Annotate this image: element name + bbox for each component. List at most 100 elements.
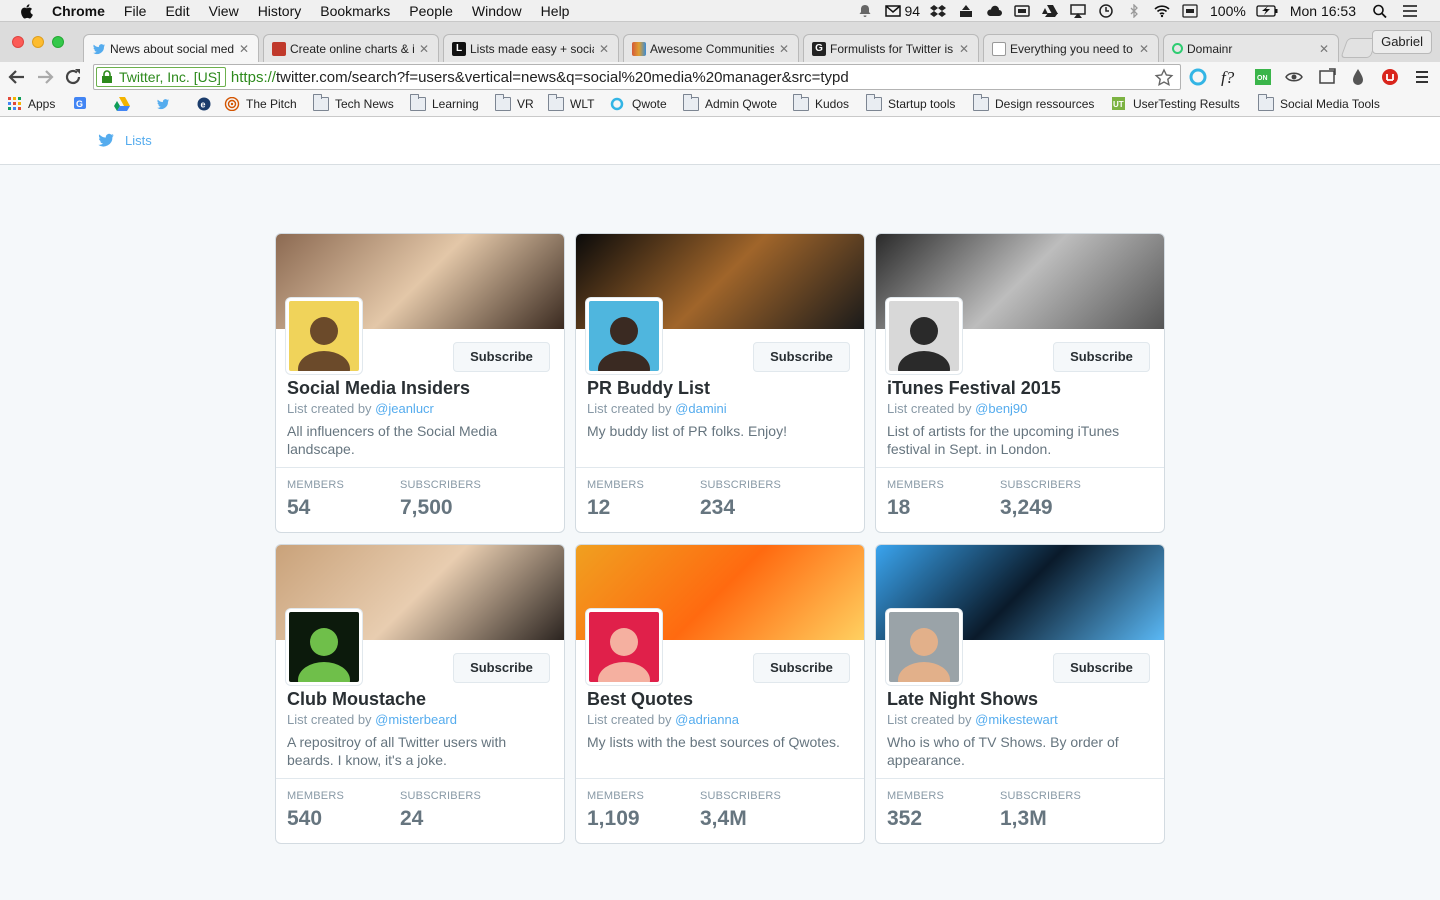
subscribe-button[interactable]: Subscribe [753,342,850,372]
menu-people[interactable]: People [409,3,453,19]
bluetooth-icon[interactable] [1126,4,1142,18]
ev-certificate-badge[interactable]: Twitter, Inc. [US] [96,67,226,87]
airplay-icon[interactable] [1070,4,1086,18]
back-arrow-icon[interactable] [7,67,27,87]
subscribe-button[interactable]: Subscribe [753,653,850,683]
notification-bell-icon[interactable] [857,4,873,18]
menu-bookmarks[interactable]: Bookmarks [320,3,390,19]
time-machine-icon[interactable] [1098,4,1114,18]
google-drive-icon[interactable] [1042,4,1059,18]
browser-tab-3[interactable]: L Lists made easy + social ✕ [443,34,619,62]
profile-button[interactable]: Gabriel [1372,30,1432,54]
cloud-icon[interactable] [986,4,1003,18]
adblock-extension-icon[interactable] [1381,68,1399,86]
bookmark-folder-tech-news[interactable]: Tech News [313,94,394,111]
list-owner-handle[interactable]: @damini [675,401,727,416]
list-owner-handle[interactable]: @misterbeard [375,712,457,727]
subscribers-count[interactable]: 3,4M [700,807,747,831]
tab-close-icon[interactable]: ✕ [418,42,430,56]
menu-file[interactable]: File [124,3,147,19]
list-owner-avatar[interactable] [886,609,962,685]
menu-view[interactable]: View [209,3,239,19]
reload-icon[interactable] [63,67,83,87]
subscribers-count[interactable]: 1,3M [1000,807,1047,831]
chrome-menu-icon[interactable] [1413,68,1431,86]
list-name[interactable]: PR Buddy List [587,378,710,399]
bookmark-folder-wlt[interactable]: WLT [548,94,594,111]
bookmark-folder-admin-qwote[interactable]: Admin Qwote [683,94,777,111]
tab-close-icon[interactable]: ✕ [1318,42,1330,56]
mail-icon[interactable] [885,4,902,18]
list-owner-handle[interactable]: @benj90 [975,401,1027,416]
tab-close-icon[interactable]: ✕ [778,42,790,56]
subscribe-button[interactable]: Subscribe [453,342,550,372]
list-owner-avatar[interactable] [586,298,662,374]
bookmark-e-site[interactable]: e [196,97,218,111]
list-owner-avatar[interactable] [586,609,662,685]
members-count[interactable]: 54 [287,496,310,520]
notification-center-icon[interactable] [1402,4,1418,18]
list-card[interactable]: Subscribe Social Media Insiders List creat… [275,233,565,533]
lists-nav-link[interactable]: Lists [125,133,152,148]
subscribers-count[interactable]: 7,500 [400,496,453,520]
members-count[interactable]: 18 [887,496,910,520]
members-count[interactable]: 352 [887,807,922,831]
bookmark-the-pitch[interactable]: The Pitch [224,97,297,111]
bookmark-folder-vr[interactable]: VR [495,94,534,111]
subscribe-button[interactable]: Subscribe [453,653,550,683]
menu-edit[interactable]: Edit [165,3,189,19]
bookmark-translate[interactable]: G [73,97,95,111]
members-count[interactable]: 12 [587,496,610,520]
forward-arrow-icon[interactable] [35,67,55,87]
bookmark-star-icon[interactable] [1154,68,1174,88]
list-owner-handle[interactable]: @adrianna [675,712,739,727]
bookmark-twitter[interactable] [155,97,177,111]
list-owner-handle[interactable]: @mikestewart [975,712,1058,727]
battery-icon[interactable] [1256,4,1278,18]
subscribers-count[interactable]: 24 [400,807,423,831]
list-owner-avatar[interactable] [886,298,962,374]
bookmark-folder-design-ressources[interactable]: Design ressources [973,94,1094,111]
menu-window[interactable]: Window [472,3,522,19]
bookmark-folder-learning[interactable]: Learning [410,94,479,111]
browser-tab-1[interactable]: News about social media ✕ [83,34,259,62]
spotlight-search-icon[interactable] [1372,4,1388,18]
apple-icon[interactable] [18,2,36,20]
menu-help[interactable]: Help [541,3,570,19]
wifi-icon[interactable] [1154,4,1170,18]
bookmark-qwote[interactable]: Qwote [610,97,667,111]
browser-tab-4[interactable]: Awesome Communities ✕ [623,34,799,62]
browser-tab-6[interactable]: Everything you need to know ✕ [983,34,1159,62]
display-icon[interactable] [1014,4,1030,18]
menubar-clock[interactable]: Mon 16:53 [1290,3,1356,19]
tab-close-icon[interactable]: ✕ [238,42,250,56]
members-count[interactable]: 1,109 [587,807,640,831]
dropbox-icon[interactable] [930,4,947,18]
bookmark-apps[interactable]: Apps [8,97,55,111]
members-count[interactable]: 540 [287,807,322,831]
window-extension-icon[interactable] [1318,68,1336,86]
on-off-extension-icon[interactable]: ON [1254,68,1272,86]
list-owner-avatar[interactable] [286,609,362,685]
tab-close-icon[interactable]: ✕ [958,42,970,56]
list-name[interactable]: iTunes Festival 2015 [887,378,1061,399]
list-card[interactable]: Subscribe Best Quotes List created by @adr… [575,544,865,844]
list-card[interactable]: Subscribe Club Moustache List created by @… [275,544,565,844]
tab-close-icon[interactable]: ✕ [598,42,610,56]
bookmark-usertesting-results[interactable]: UT UserTesting Results [1111,97,1240,111]
zoom-window-button[interactable] [52,36,64,48]
browser-tab-5[interactable]: G Formulists for Twitter is ✕ [803,34,979,62]
list-card[interactable]: Subscribe PR Buddy List List created by @d… [575,233,865,533]
list-card[interactable]: Subscribe iTunes Festival 2015 List create… [875,233,1165,533]
browser-tab-7[interactable]: Domainr ✕ [1163,34,1339,62]
tab-close-icon[interactable]: ✕ [1138,42,1150,56]
bookmark-folder-social-media-tools[interactable]: Social Media Tools [1258,94,1380,111]
qwote-extension-icon[interactable] [1189,68,1207,86]
close-window-button[interactable] [12,36,24,48]
bookmark-google-drive[interactable] [114,97,136,111]
browser-tab-2[interactable]: Create online charts & infographics ✕ [263,34,439,62]
menu-app-name[interactable]: Chrome [52,3,105,19]
list-card[interactable]: Subscribe Late Night Shows List created by… [875,544,1165,844]
subscribers-count[interactable]: 3,249 [1000,496,1053,520]
list-name[interactable]: Best Quotes [587,689,693,710]
